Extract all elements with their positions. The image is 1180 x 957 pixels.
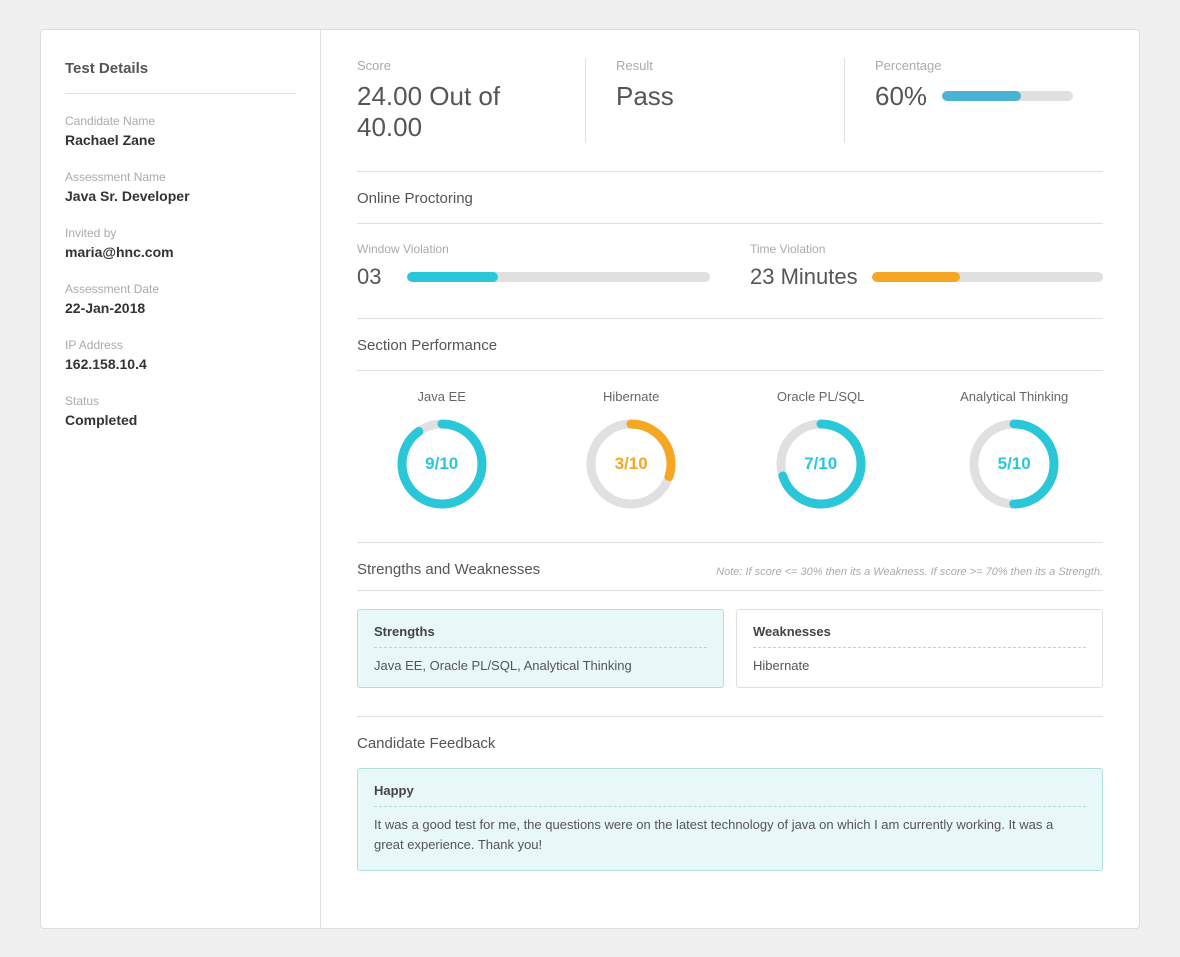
- sw-note: Note: If score <= 30% then its a Weaknes…: [716, 566, 1103, 578]
- donut-col-java-ee: Java EE 9/10: [392, 389, 492, 514]
- time-violation-col: Time Violation 23 Minutes: [750, 242, 1103, 290]
- feedback-title: Candidate Feedback: [357, 735, 1103, 752]
- sw-header-row: Strengths and Weaknesses Note: If score …: [357, 561, 1103, 578]
- donut-text-oracle: 7/10: [804, 454, 837, 474]
- donut-col-oracle: Oracle PL/SQL 7/10: [771, 389, 871, 514]
- time-violation-bar-fill: [872, 272, 960, 282]
- invited-by-label: Invited by: [65, 226, 296, 240]
- donut-label-oracle: Oracle PL/SQL: [777, 389, 864, 404]
- feedback-text: It was a good test for me, the questions…: [374, 815, 1086, 857]
- sidebar: Test Details Candidate Name Rachael Zane…: [41, 30, 321, 928]
- donut-label-analytical: Analytical Thinking: [960, 389, 1068, 404]
- result-label: Result: [616, 58, 814, 73]
- report-card: Test Details Candidate Name Rachael Zane…: [40, 29, 1140, 929]
- strengths-content: Java EE, Oracle PL/SQL, Analytical Think…: [374, 658, 707, 673]
- assessment-name-value: Java Sr. Developer: [65, 188, 296, 204]
- section-performance-title: Section Performance: [357, 337, 1103, 354]
- percentage-label: Percentage: [875, 58, 1073, 73]
- donut-hibernate: 3/10: [581, 414, 681, 514]
- donut-java-ee: 9/10: [392, 414, 492, 514]
- invited-by-value: maria@hnc.com: [65, 244, 296, 260]
- status-label: Status: [65, 394, 296, 408]
- main-content: Score 24.00 Out of 40.00 Result Pass Per…: [321, 30, 1139, 928]
- feedback-section: Candidate Feedback Happy It was a good t…: [357, 735, 1103, 872]
- donut-text-analytical: 5/10: [998, 454, 1031, 474]
- strengths-weaknesses-section: Strengths and Weaknesses Note: If score …: [357, 561, 1103, 688]
- donut-oracle: 7/10: [771, 414, 871, 514]
- weaknesses-box: Weaknesses Hibernate: [736, 609, 1103, 688]
- percentage-bar-fill: [942, 91, 1021, 101]
- result-value: Pass: [616, 81, 814, 112]
- section-performance: Section Performance Java EE 9/10: [357, 337, 1103, 514]
- assessment-name-field: Assessment Name Java Sr. Developer: [65, 170, 296, 204]
- proctoring-section: Online Proctoring Window Violation 03 Ti…: [357, 190, 1103, 290]
- donut-col-hibernate: Hibernate 3/10: [581, 389, 681, 514]
- percentage-bar-bg: [942, 91, 1073, 101]
- donut-text-hibernate: 3/10: [615, 454, 648, 474]
- window-violation-value-row: 03: [357, 264, 710, 290]
- score-value: 24.00 Out of 40.00: [357, 81, 555, 143]
- donut-text-java-ee: 9/10: [425, 454, 458, 474]
- strengths-box: Strengths Java EE, Oracle PL/SQL, Analyt…: [357, 609, 724, 688]
- percentage-row: 60%: [875, 81, 1073, 112]
- donut-label-hibernate: Hibernate: [603, 389, 659, 404]
- sw-grid: Strengths Java EE, Oracle PL/SQL, Analyt…: [357, 609, 1103, 688]
- percentage-col: Percentage 60%: [875, 58, 1103, 143]
- donut-col-analytical: Analytical Thinking 5/10: [960, 389, 1068, 514]
- time-violation-bar-bg: [872, 272, 1103, 282]
- assessment-date-value: 22-Jan-2018: [65, 300, 296, 316]
- assessment-date-label: Assessment Date: [65, 282, 296, 296]
- result-col: Result Pass: [616, 58, 845, 143]
- window-violation-col: Window Violation 03: [357, 242, 710, 290]
- window-violation-bar-bg: [407, 272, 710, 282]
- ip-address-label: IP Address: [65, 338, 296, 352]
- donut-row: Java EE 9/10 Hibernate: [357, 389, 1103, 514]
- sw-title: Strengths and Weaknesses: [357, 561, 540, 578]
- weaknesses-title: Weaknesses: [753, 624, 1086, 648]
- candidate-name-field: Candidate Name Rachael Zane: [65, 114, 296, 148]
- assessment-date-field: Assessment Date 22-Jan-2018: [65, 282, 296, 316]
- donut-label-java-ee: Java EE: [418, 389, 466, 404]
- proctoring-row: Window Violation 03 Time Violation 23 Mi…: [357, 242, 1103, 290]
- assessment-name-label: Assessment Name: [65, 170, 296, 184]
- time-violation-value-row: 23 Minutes: [750, 264, 1103, 290]
- weaknesses-content: Hibernate: [753, 658, 1086, 673]
- strengths-title: Strengths: [374, 624, 707, 648]
- window-violation-value: 03: [357, 264, 393, 290]
- percentage-value: 60%: [875, 81, 930, 112]
- candidate-name-label: Candidate Name: [65, 114, 296, 128]
- invited-by-field: Invited by maria@hnc.com: [65, 226, 296, 260]
- window-violation-label: Window Violation: [357, 242, 710, 256]
- status-value: Completed: [65, 412, 296, 428]
- feedback-box: Happy It was a good test for me, the que…: [357, 768, 1103, 872]
- sidebar-title: Test Details: [65, 60, 296, 94]
- time-violation-value: 23 Minutes: [750, 264, 858, 290]
- candidate-name-value: Rachael Zane: [65, 132, 296, 148]
- time-violation-label: Time Violation: [750, 242, 1103, 256]
- window-violation-bar-fill: [407, 272, 498, 282]
- score-result-row: Score 24.00 Out of 40.00 Result Pass Per…: [357, 58, 1103, 143]
- feedback-mood: Happy: [374, 783, 1086, 807]
- proctoring-title: Online Proctoring: [357, 190, 1103, 207]
- score-col: Score 24.00 Out of 40.00: [357, 58, 586, 143]
- score-label: Score: [357, 58, 555, 73]
- ip-address-value: 162.158.10.4: [65, 356, 296, 372]
- donut-analytical: 5/10: [964, 414, 1064, 514]
- status-field: Status Completed: [65, 394, 296, 428]
- ip-address-field: IP Address 162.158.10.4: [65, 338, 296, 372]
